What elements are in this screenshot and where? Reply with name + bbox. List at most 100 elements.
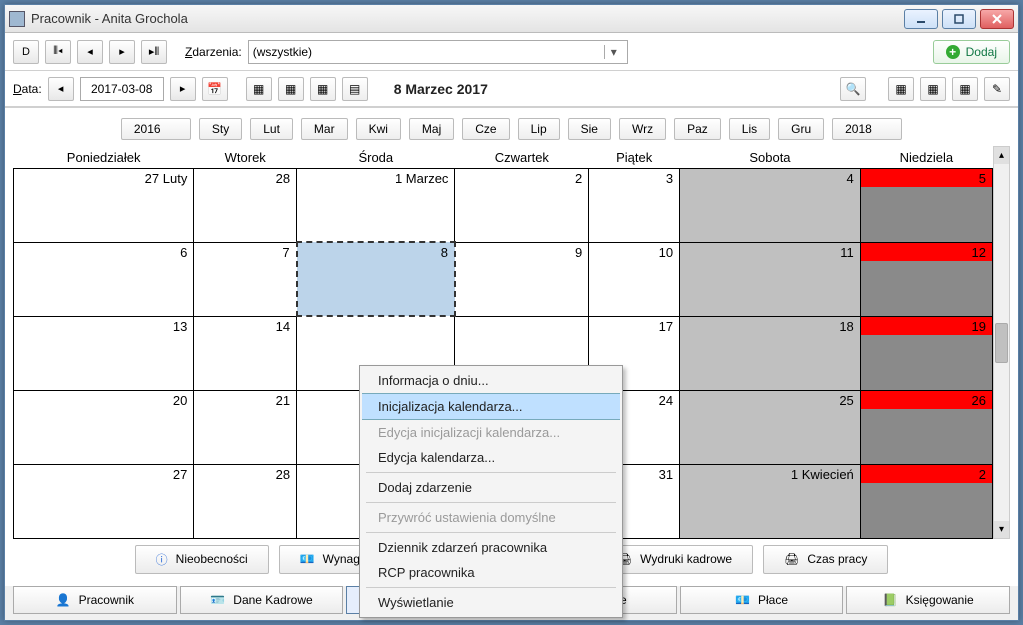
calendar-cell[interactable]: 10 <box>589 242 680 316</box>
view-week-icon[interactable]: ▦ <box>278 77 304 101</box>
calendar-cell[interactable]: 19 <box>860 316 992 390</box>
menu-item[interactable]: RCP pracownika <box>362 560 620 585</box>
menu-item[interactable]: Informacja o dniu... <box>362 368 620 393</box>
month-paz[interactable]: Paz <box>674 118 721 140</box>
edit-icon[interactable]: ✎ <box>984 77 1010 101</box>
prev-year-button[interactable]: 2016 <box>121 118 191 140</box>
calendar-scrollbar[interactable]: ▴ ▾ <box>993 146 1010 539</box>
date-prev-button[interactable]: ◂ <box>48 77 74 101</box>
tool-icon-2[interactable]: ▦ <box>920 77 946 101</box>
calendar-cell[interactable]: 18 <box>680 316 861 390</box>
dropdown-arrow-icon: ▾ <box>604 45 623 59</box>
add-label: Dodaj <box>966 45 997 59</box>
menu-item[interactable]: Dodaj zdarzenie <box>362 475 620 500</box>
calendar-cell[interactable]: 1 Kwiecień <box>680 464 861 538</box>
month-title: 8 Marzec 2017 <box>394 81 488 97</box>
header-tue: Wtorek <box>194 146 297 168</box>
nav-prev-button[interactable]: ◂ <box>77 40 103 64</box>
month-gru[interactable]: Gru <box>778 118 824 140</box>
header-sat: Sobota <box>680 146 861 168</box>
d-button[interactable]: D <box>13 40 39 64</box>
plus-icon: + <box>946 45 960 59</box>
window-controls <box>904 9 1014 29</box>
calendar-cell[interactable]: 28 <box>194 168 297 242</box>
printer-icon-2: 🖨 <box>784 552 799 566</box>
calendar-cell[interactable]: 27 <box>14 464 194 538</box>
calendar-cell[interactable]: 26 <box>860 390 992 464</box>
menu-item[interactable]: Dziennik zdarzeń pracownika <box>362 535 620 560</box>
toolbar-events: D ⦀◂ ◂ ▸ ▸⦀ Zdarzenia: (wszystkie) ▾ + D… <box>5 33 1018 71</box>
view-day-icon[interactable]: ▦ <box>246 77 272 101</box>
info-icon: ⓘ <box>156 551 168 568</box>
month-sie[interactable]: Sie <box>568 118 611 140</box>
close-button[interactable] <box>980 9 1014 29</box>
context-menu: Informacja o dniu...Inicjalizacja kalend… <box>359 365 623 618</box>
calendar-cell[interactable]: 27 Luty <box>14 168 194 242</box>
calendar-cell[interactable]: 2 <box>455 168 589 242</box>
month-maj[interactable]: Maj <box>409 118 454 140</box>
calendar-cell[interactable]: 1 Marzec <box>297 168 455 242</box>
menu-item[interactable]: Inicjalizacja kalendarza... <box>362 393 620 420</box>
person-icon: 👤 <box>56 593 71 607</box>
minimize-button[interactable] <box>904 9 938 29</box>
nav-last-button[interactable]: ▸⦀ <box>141 40 167 64</box>
month-wrz[interactable]: Wrz <box>619 118 666 140</box>
tab-ksiegowanie[interactable]: 📗Księgowanie <box>846 586 1010 614</box>
header-wed: Środa <box>297 146 455 168</box>
calendar-cell[interactable]: 13 <box>14 316 194 390</box>
calendar-cell[interactable]: 3 <box>589 168 680 242</box>
date-input[interactable] <box>80 77 164 101</box>
events-combobox[interactable]: (wszystkie) ▾ <box>248 40 628 64</box>
scroll-down-icon[interactable]: ▾ <box>994 521 1009 538</box>
nav-first-button[interactable]: ⦀◂ <box>45 40 71 64</box>
calendar-cell[interactable]: 20 <box>14 390 194 464</box>
next-year-button[interactable]: 2018 <box>832 118 902 140</box>
calendar-cell[interactable]: 6 <box>14 242 194 316</box>
search-icon[interactable]: 🔍 <box>840 77 866 101</box>
header-thu: Czwartek <box>455 146 589 168</box>
month-mar[interactable]: Mar <box>301 118 348 140</box>
calendar-cell[interactable]: 12 <box>860 242 992 316</box>
month-nav: 2016 Sty Lut Mar Kwi Maj Cze Lip Sie Wrz… <box>13 118 1010 140</box>
menu-item[interactable]: Wyświetlanie <box>362 590 620 615</box>
calendar-cell[interactable]: 11 <box>680 242 861 316</box>
month-kwi[interactable]: Kwi <box>356 118 401 140</box>
scroll-thumb[interactable] <box>995 323 1008 363</box>
calendar-cell[interactable]: 2 <box>860 464 992 538</box>
calendar-cell[interactable]: 7 <box>194 242 297 316</box>
calendar-cell[interactable]: 14 <box>194 316 297 390</box>
month-sty[interactable]: Sty <box>199 118 242 140</box>
date-label: Data: <box>13 82 42 96</box>
calendar-cell[interactable]: 28 <box>194 464 297 538</box>
calendar-picker-icon[interactable]: 📅 <box>202 77 228 101</box>
date-next-button[interactable]: ▸ <box>170 77 196 101</box>
month-lip[interactable]: Lip <box>518 118 560 140</box>
menu-item: Przywróć ustawienia domyślne <box>362 505 620 530</box>
calendar-cell[interactable]: 8 <box>297 242 455 316</box>
tab-dane-kadrowe[interactable]: 🪪Dane Kadrowe <box>180 586 344 614</box>
calendar-cell[interactable]: 9 <box>455 242 589 316</box>
view-month-icon[interactable]: ▦ <box>310 77 336 101</box>
month-lis[interactable]: Lis <box>729 118 770 140</box>
month-lut[interactable]: Lut <box>250 118 293 140</box>
menu-item[interactable]: Edycja kalendarza... <box>362 445 620 470</box>
calendar-cell[interactable]: 4 <box>680 168 861 242</box>
tab-place[interactable]: 💶Płace <box>680 586 844 614</box>
tab-pracownik[interactable]: 👤Pracownik <box>13 586 177 614</box>
maximize-button[interactable] <box>942 9 976 29</box>
money-icon: 💶 <box>300 552 315 566</box>
app-icon <box>9 11 25 27</box>
calendar-cell[interactable]: 25 <box>680 390 861 464</box>
month-cze[interactable]: Cze <box>462 118 509 140</box>
btn-nieobecnosci[interactable]: ⓘNieobecności <box>135 545 269 574</box>
add-button[interactable]: + Dodaj <box>933 40 1010 64</box>
view-list-icon[interactable]: ▤ <box>342 77 368 101</box>
nav-next-button[interactable]: ▸ <box>109 40 135 64</box>
scroll-up-icon[interactable]: ▴ <box>994 147 1009 164</box>
calendar-cell[interactable]: 5 <box>860 168 992 242</box>
btn-czas-pracy[interactable]: 🖨Czas pracy <box>763 545 888 574</box>
tool-icon-1[interactable]: ▦ <box>888 77 914 101</box>
tool-icon-3[interactable]: ▦ <box>952 77 978 101</box>
calendar-cell[interactable]: 21 <box>194 390 297 464</box>
app-window: Pracownik - Anita Grochola D ⦀◂ ◂ ▸ ▸⦀ Z… <box>4 4 1019 621</box>
